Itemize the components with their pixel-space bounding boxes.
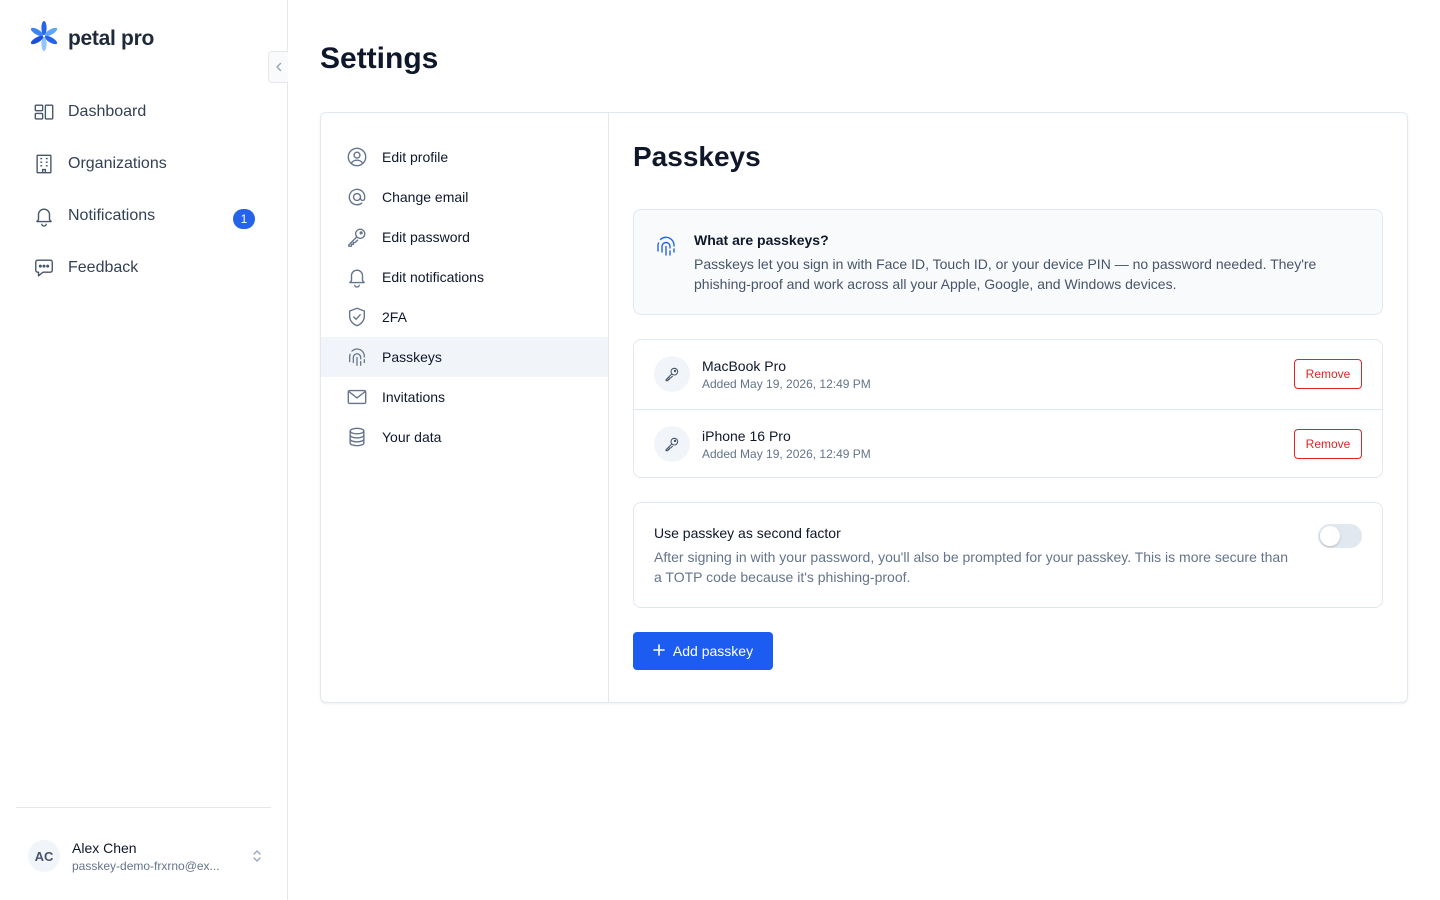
brand-name: petal pro	[68, 26, 154, 50]
toggle-knob	[1320, 526, 1340, 546]
sidebar-item-label: Organizations	[68, 155, 167, 172]
settings-item-change-email[interactable]: Change email	[321, 177, 608, 217]
second-factor-toggle[interactable]	[1318, 524, 1362, 548]
settings-item-invitations[interactable]: Invitations	[321, 377, 608, 417]
settings-card: Edit profile Change email Edit password …	[320, 112, 1408, 703]
second-factor-description: After signing in with your password, you…	[654, 549, 1289, 585]
settings-item-label: Invitations	[382, 389, 446, 405]
shield-check-icon	[346, 306, 368, 328]
key-icon	[654, 356, 690, 392]
add-passkey-button[interactable]: Add passkey	[633, 632, 773, 670]
remove-passkey-button[interactable]: Remove	[1294, 359, 1362, 389]
sidebar-item-label: Dashboard	[68, 103, 147, 120]
sidebar-item-notifications[interactable]: Notifications 1	[16, 190, 272, 242]
remove-passkey-button[interactable]: Remove	[1294, 429, 1362, 459]
chat-bubble-icon	[32, 256, 56, 280]
add-passkey-label: Add passkey	[672, 643, 754, 659]
notifications-count-badge: 1	[233, 209, 255, 229]
passkeys-list: MacBook Pro Added May 19, 2026, 12:49 PM…	[633, 339, 1383, 478]
key-icon	[654, 426, 690, 462]
section-title: Passkeys	[633, 141, 761, 172]
passkey-name: MacBook Pro	[702, 358, 787, 374]
envelope-icon	[346, 386, 368, 408]
list-item: iPhone 16 Pro Added May 19, 2026, 12:49 …	[634, 409, 1382, 478]
sidebar-item-organizations[interactable]: Organizations	[16, 138, 272, 190]
settings-item-2fa[interactable]: 2FA	[321, 297, 608, 337]
settings-item-your-data[interactable]: Your data	[321, 417, 608, 457]
settings-item-passkeys[interactable]: Passkeys	[321, 337, 608, 377]
settings-item-label: Change email	[382, 189, 469, 205]
user-info: Alex Chen passkey-demo-frxrno@ex...	[72, 840, 250, 873]
passkeys-info-callout: What are passkeys? Passkeys let you sign…	[633, 209, 1383, 315]
list-item: MacBook Pro Added May 19, 2026, 12:49 PM…	[634, 340, 1382, 409]
collapse-sidebar-button[interactable]	[268, 51, 288, 83]
bell-icon	[346, 266, 368, 288]
settings-item-label: Edit password	[382, 229, 470, 245]
bell-icon	[32, 204, 56, 228]
at-sign-icon	[346, 186, 368, 208]
sidebar: petal pro Dashboard Organizations Notifi…	[0, 0, 288, 900]
key-icon	[346, 226, 368, 248]
user-menu[interactable]: AC Alex Chen passkey-demo-frxrno@ex...	[28, 836, 264, 876]
fingerprint-icon	[654, 234, 678, 258]
sidebar-item-label: Notifications	[68, 207, 156, 224]
settings-item-label: 2FA	[382, 309, 407, 325]
passkey-added-date: Added May 19, 2026, 12:49 PM	[702, 377, 871, 391]
app-root: petal pro Dashboard Organizations Notifi…	[0, 0, 1440, 900]
sidebar-item-label: Feedback	[68, 259, 139, 276]
settings-item-label: Passkeys	[382, 349, 442, 365]
user-circle-icon	[346, 146, 368, 168]
dashboard-icon	[32, 100, 56, 124]
user-email: passkey-demo-frxrno@ex...	[72, 858, 220, 873]
chevron-up-down-icon	[250, 849, 264, 863]
settings-item-edit-notifications[interactable]: Edit notifications	[321, 257, 608, 297]
passkey-added-date: Added May 19, 2026, 12:49 PM	[702, 447, 871, 461]
second-factor-setting: Use passkey as second factor After signi…	[633, 502, 1383, 608]
database-icon	[346, 426, 368, 448]
brand-logo[interactable]: petal pro	[28, 20, 154, 57]
settings-item-edit-profile[interactable]: Edit profile	[321, 137, 608, 177]
sidebar-item-feedback[interactable]: Feedback	[16, 242, 272, 294]
settings-nav: Edit profile Change email Edit password …	[321, 113, 609, 702]
info-title: What are passkeys?	[694, 232, 829, 248]
chevron-left-icon	[275, 62, 281, 72]
settings-item-label: Edit profile	[382, 149, 449, 165]
sidebar-divider	[16, 807, 271, 808]
petal-logo-icon	[28, 20, 60, 57]
settings-item-edit-password[interactable]: Edit password	[321, 217, 608, 257]
building-icon	[32, 152, 56, 176]
sidebar-item-dashboard[interactable]: Dashboard	[16, 86, 272, 138]
info-text: Passkeys let you sign in with Face ID, T…	[694, 256, 1317, 292]
second-factor-title: Use passkey as second factor	[654, 525, 841, 541]
avatar: AC	[28, 840, 60, 872]
user-name: Alex Chen	[72, 839, 137, 856]
plus-icon	[653, 643, 665, 659]
fingerprint-icon	[346, 346, 368, 368]
passkey-name: iPhone 16 Pro	[702, 428, 791, 444]
settings-item-label: Your data	[382, 429, 442, 445]
main-nav: Dashboard Organizations Notifications 1 …	[16, 86, 272, 294]
settings-item-label: Edit notifications	[382, 269, 484, 285]
page-title: Settings	[320, 42, 439, 75]
